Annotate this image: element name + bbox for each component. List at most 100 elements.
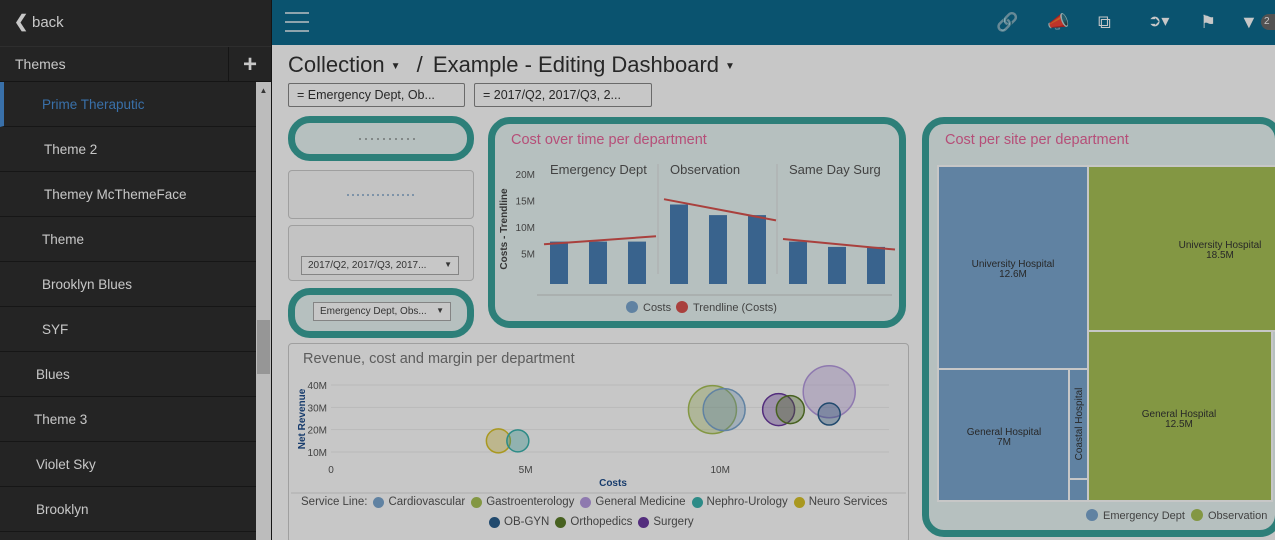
cost-bar bbox=[589, 241, 607, 284]
hamburger-menu-icon[interactable] bbox=[285, 12, 309, 32]
department-dropdown-value: Emergency Dept, Obs... bbox=[320, 306, 427, 317]
bookmark-icon[interactable]: ⚑ bbox=[1200, 12, 1216, 32]
service-line-legend-row-2: OB-GYN Orthopedics Surgery bbox=[483, 516, 694, 528]
dashboard-area: 🔗 📣 ⧉ ➲▾ ⚑ ▼ 2 Collection ▼ / Example - E… bbox=[272, 0, 1275, 540]
theme-list-scrollbar[interactable]: ▲ bbox=[256, 82, 271, 540]
mini-tile-2[interactable] bbox=[288, 170, 474, 219]
treemap-cell-emergency-other bbox=[1068, 478, 1089, 502]
theme-item-syf[interactable]: SYF bbox=[0, 307, 256, 352]
department-dropdown[interactable]: Emergency Dept, Obs... ▼ bbox=[313, 302, 451, 321]
y-tick-label: 40M bbox=[308, 381, 327, 392]
theme-item-label: Brooklyn Blues bbox=[42, 277, 133, 292]
legend-emergency-label: Emergency Dept bbox=[1103, 510, 1185, 522]
page-title: Example - Editing Dashboard bbox=[432, 52, 720, 77]
legend-trendline-marker bbox=[676, 301, 688, 313]
cost-bar bbox=[670, 204, 688, 284]
back-button[interactable]: ❮ back bbox=[0, 0, 271, 44]
treemap-label: Coastal Hospital bbox=[1074, 388, 1085, 461]
scrollbar-thumb[interactable] bbox=[257, 320, 270, 374]
theme-item-label: Violet Sky bbox=[36, 457, 96, 472]
filter-chip-period[interactable]: = 2017/Q2, 2017/Q3, 2... bbox=[474, 83, 652, 107]
cost-bar bbox=[789, 241, 807, 284]
y-tick-label: 15M bbox=[516, 197, 535, 208]
service-line-legend: Service Line: Cardiovascular Gastroenter… bbox=[301, 496, 887, 508]
y-tick-label: 10M bbox=[308, 448, 327, 459]
theme-item-violet-sky[interactable]: Violet Sky bbox=[0, 442, 256, 487]
bubble-orthopedics bbox=[775, 394, 806, 425]
legend-marker bbox=[471, 496, 483, 508]
legend-observation-label: Observation bbox=[1208, 510, 1267, 522]
legend-item-orthopedics[interactable]: Orthopedics bbox=[570, 516, 632, 528]
megaphone-icon[interactable]: 📣 bbox=[1047, 12, 1069, 32]
themes-header: Themes + bbox=[0, 46, 271, 82]
y-axis-label: Costs - Trendline bbox=[499, 188, 510, 270]
cost-per-site-widget[interactable]: Cost per site per department University … bbox=[922, 117, 1275, 537]
back-label: back bbox=[32, 13, 64, 31]
theme-item-brooklyn[interactable]: Brooklyn bbox=[0, 487, 256, 532]
legend-item-general-medicine[interactable]: General Medicine bbox=[595, 496, 685, 508]
app-root: ❮ back Themes + Prime Theraputic Theme 2… bbox=[0, 0, 1275, 540]
themes-header-label: Themes bbox=[15, 56, 66, 72]
y-tick-label: 20M bbox=[516, 170, 535, 181]
legend-marker bbox=[580, 496, 592, 508]
cost-over-time-widget[interactable]: Cost over time per department Costs - Tr… bbox=[488, 117, 906, 328]
mini-tile-1[interactable] bbox=[288, 116, 474, 161]
theme-item-prime-theraputic[interactable]: Prime Theraputic bbox=[0, 82, 256, 127]
legend-marker bbox=[373, 496, 385, 508]
theme-item-brooklyn-blues[interactable]: Brooklyn Blues bbox=[0, 262, 256, 307]
top-toolbar: 🔗 📣 ⧉ ➲▾ ⚑ ▼ 2 bbox=[272, 0, 1275, 45]
period-dropdown[interactable]: 2017/Q2, 2017/Q3, 2017... ▼ bbox=[301, 256, 459, 275]
revenue-bubble-chart: Net Revenue Costs 40M30M20M10M0 5M 10M bbox=[291, 364, 906, 494]
cost-bar bbox=[709, 215, 727, 284]
cost-bar bbox=[748, 215, 766, 284]
theme-item-blues[interactable]: Blues bbox=[0, 352, 256, 397]
period-dropdown-value: 2017/Q2, 2017/Q3, 2017... bbox=[308, 260, 427, 271]
panel-header: Observation bbox=[670, 162, 740, 177]
theme-item-label: SYF bbox=[42, 322, 69, 337]
legend-item-ob-gyn[interactable]: OB-GYN bbox=[504, 516, 549, 528]
treemap-value: 12.6M bbox=[999, 269, 1027, 280]
theme-sidebar: ❮ back Themes + Prime Theraputic Theme 2… bbox=[0, 0, 272, 540]
legend-item-nephro-urology[interactable]: Nephro-Urology bbox=[707, 496, 788, 508]
legend-item-gastroenterology[interactable]: Gastroenterology bbox=[486, 496, 574, 508]
theme-item-theme-3[interactable]: Theme 3 bbox=[0, 397, 256, 442]
chevron-down-icon[interactable]: ▼ bbox=[725, 61, 735, 72]
cost-bar bbox=[828, 246, 846, 284]
collection-link[interactable]: Collection bbox=[288, 52, 385, 77]
filter-chip-department[interactable]: = Emergency Dept, Ob... bbox=[288, 83, 465, 107]
y-tick-label: 20M bbox=[308, 426, 327, 437]
x-tick-label: 10M bbox=[711, 465, 730, 476]
legend-marker bbox=[793, 496, 805, 508]
legend-item-cardiovascular[interactable]: Cardiovascular bbox=[388, 496, 465, 508]
theme-item-themey-mcthemeface[interactable]: Themey McThemeFace bbox=[0, 172, 256, 217]
y-tick-label: 5M bbox=[521, 250, 535, 261]
treemap-value: 7M bbox=[997, 437, 1011, 448]
scroll-up-arrow-icon[interactable]: ▲ bbox=[256, 82, 271, 99]
cost-bar bbox=[867, 246, 885, 284]
treemap-value: 18.5M bbox=[1206, 250, 1234, 261]
y-tick-label: 30M bbox=[308, 403, 327, 414]
breadcrumb: Collection ▼ / Example - Editing Dashboar… bbox=[288, 52, 735, 78]
copy-icon[interactable]: ⧉ bbox=[1098, 12, 1111, 32]
chevron-down-icon[interactable]: ▼ bbox=[391, 61, 401, 72]
add-theme-button[interactable]: + bbox=[228, 47, 271, 82]
legend-item-neuro-services[interactable]: Neuro Services bbox=[809, 496, 888, 508]
link-icon[interactable]: 🔗 bbox=[996, 12, 1018, 32]
export-icon[interactable]: ➲▾ bbox=[1148, 12, 1169, 32]
revenue-cost-margin-widget[interactable]: Revenue, cost and margin per department … bbox=[288, 343, 909, 540]
legend-costs-label: Costs bbox=[643, 302, 672, 314]
filter-icon[interactable]: ▼ bbox=[1240, 12, 1258, 32]
period-filter-tile: 2017/Q2, 2017/Q3, 2017... ▼ bbox=[288, 225, 474, 281]
theme-item-theme-2[interactable]: Theme 2 bbox=[0, 127, 256, 172]
chevron-down-icon: ▼ bbox=[436, 306, 444, 315]
theme-item-label: Themey McThemeFace bbox=[44, 187, 187, 202]
x-tick-label: 5M bbox=[519, 465, 533, 476]
panel-header: Same Day Surg bbox=[789, 162, 881, 177]
filter-count-badge: 2 bbox=[1261, 14, 1275, 30]
department-filter-tile: Emergency Dept, Obs... ▼ bbox=[288, 288, 474, 338]
theme-item-theme[interactable]: Theme bbox=[0, 217, 256, 262]
mini-chart-sparkline bbox=[359, 138, 419, 140]
legend-trendline-label: Trendline (Costs) bbox=[693, 302, 777, 314]
legend-item-surgery[interactable]: Surgery bbox=[653, 516, 693, 528]
chevron-down-icon: ▼ bbox=[444, 260, 452, 269]
